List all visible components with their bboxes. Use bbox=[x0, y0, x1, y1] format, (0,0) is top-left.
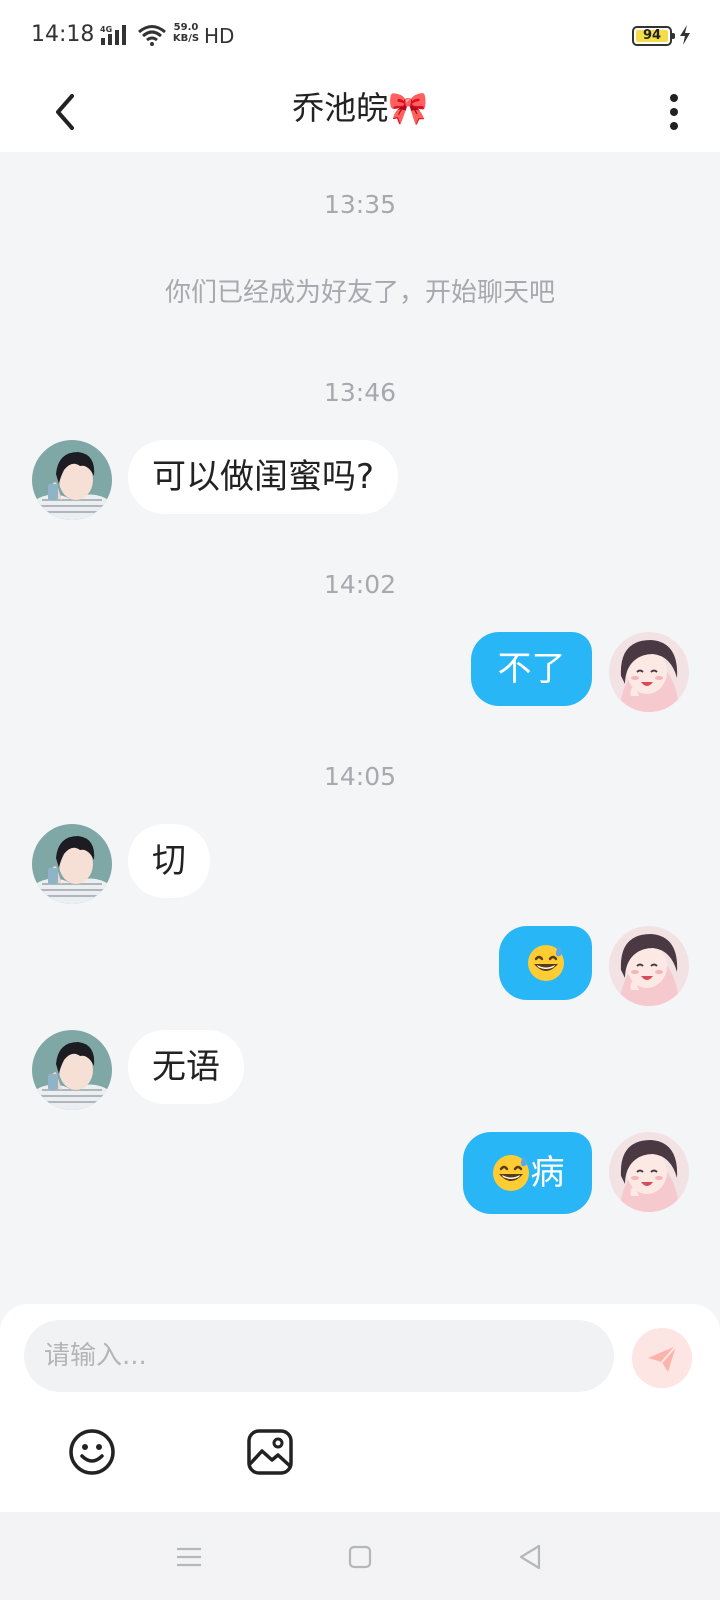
contact-avatar[interactable] bbox=[32, 824, 112, 904]
contact-avatar[interactable] bbox=[32, 440, 112, 520]
battery-level: 94 bbox=[642, 28, 662, 43]
image-icon[interactable] bbox=[244, 1426, 296, 1478]
charging-icon bbox=[680, 25, 690, 45]
status-time: 14:18 bbox=[31, 22, 95, 47]
more-options-icon[interactable] bbox=[656, 86, 692, 138]
outgoing-message-bubble[interactable]: 不了 bbox=[471, 632, 592, 706]
home-icon[interactable] bbox=[345, 1542, 375, 1572]
wifi-icon bbox=[138, 25, 166, 46]
timestamp: 14:05 bbox=[323, 762, 397, 791]
system-nav-bar bbox=[0, 1512, 720, 1600]
ribbon-emoji: 🎀 bbox=[388, 89, 428, 127]
message-text: 病 bbox=[530, 1153, 565, 1193]
incoming-message-bubble[interactable]: 切 bbox=[128, 824, 210, 898]
smiley-icon[interactable] bbox=[66, 1426, 118, 1478]
timestamp: 14:02 bbox=[323, 570, 397, 599]
grinning-sweat-emoji bbox=[526, 942, 566, 982]
chat-header: 乔池皖🎀 bbox=[0, 72, 720, 152]
status-bar: 14:18 4G 59.0 KB/S HD 94 bbox=[0, 0, 720, 72]
network-speed: 59.0 KB/S bbox=[172, 22, 200, 44]
incoming-message-bubble[interactable]: 无语 bbox=[128, 1030, 244, 1104]
speed-unit: KB/S bbox=[172, 33, 200, 44]
outgoing-message-bubble[interactable]: 病 bbox=[463, 1132, 592, 1214]
my-avatar[interactable] bbox=[609, 926, 689, 1006]
message-input[interactable] bbox=[24, 1320, 614, 1392]
incoming-message-bubble[interactable]: 可以做闺蜜吗? bbox=[128, 440, 399, 514]
my-avatar[interactable] bbox=[609, 632, 689, 712]
cellular-signal-icon: 4G bbox=[100, 25, 126, 45]
network-type: 4G bbox=[100, 25, 112, 34]
timestamp: 13:46 bbox=[323, 378, 397, 407]
my-avatar[interactable] bbox=[609, 1132, 689, 1212]
contact-name: 乔池皖🎀 bbox=[0, 84, 720, 132]
grinning-sweat-emoji bbox=[491, 1152, 531, 1192]
menu-icon[interactable] bbox=[174, 1542, 204, 1572]
hd-label: HD bbox=[204, 24, 235, 48]
contact-avatar[interactable] bbox=[32, 1030, 112, 1110]
send-icon[interactable] bbox=[632, 1328, 692, 1388]
back-nav-icon[interactable] bbox=[516, 1542, 546, 1572]
message-composer bbox=[0, 1304, 720, 1512]
timestamp: 13:35 bbox=[323, 190, 397, 219]
battery-icon: 94 bbox=[632, 26, 675, 46]
outgoing-message-bubble[interactable] bbox=[499, 926, 592, 1000]
contact-name-text: 乔池皖 bbox=[292, 89, 389, 127]
speed-value: 59.0 bbox=[173, 22, 199, 33]
system-message: 你们已经成为好友了，开始聊天吧 bbox=[164, 278, 555, 308]
